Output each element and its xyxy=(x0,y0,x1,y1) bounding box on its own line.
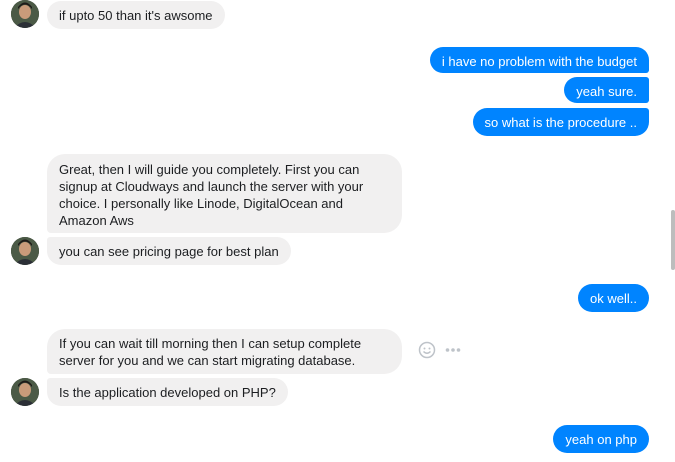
message-bubble-outgoing[interactable]: so what is the procedure .. xyxy=(472,108,649,136)
contact-avatar[interactable] xyxy=(11,237,39,265)
message-bubble-incoming[interactable]: Great, then I will guide you completely.… xyxy=(47,154,402,233)
message-bubble-outgoing[interactable]: i have no problem with the budget xyxy=(429,47,649,73)
smiley-face-icon[interactable] xyxy=(418,341,436,363)
scrollbar[interactable] xyxy=(671,210,675,270)
message-bubble-incoming[interactable]: Is the application developed on PHP? xyxy=(47,378,288,406)
message-bubble-outgoing[interactable]: ok well.. xyxy=(578,284,649,312)
more-options-icon[interactable] xyxy=(444,341,462,363)
contact-avatar[interactable] xyxy=(11,0,39,28)
message-bubble-outgoing[interactable]: yeah on php xyxy=(553,425,649,453)
message-bubble-incoming[interactable]: if upto 50 than it's awsome xyxy=(47,1,225,29)
message-bubble-outgoing[interactable]: yeah sure. xyxy=(564,77,649,103)
user-avatar-icon xyxy=(11,237,39,265)
user-avatar-icon xyxy=(11,378,39,406)
message-actions xyxy=(418,341,462,363)
user-avatar-icon xyxy=(11,0,39,28)
message-bubble-incoming[interactable]: If you can wait till morning then I can … xyxy=(47,329,402,374)
message-bubble-incoming[interactable]: you can see pricing page for best plan xyxy=(47,237,291,265)
contact-avatar[interactable] xyxy=(11,378,39,406)
